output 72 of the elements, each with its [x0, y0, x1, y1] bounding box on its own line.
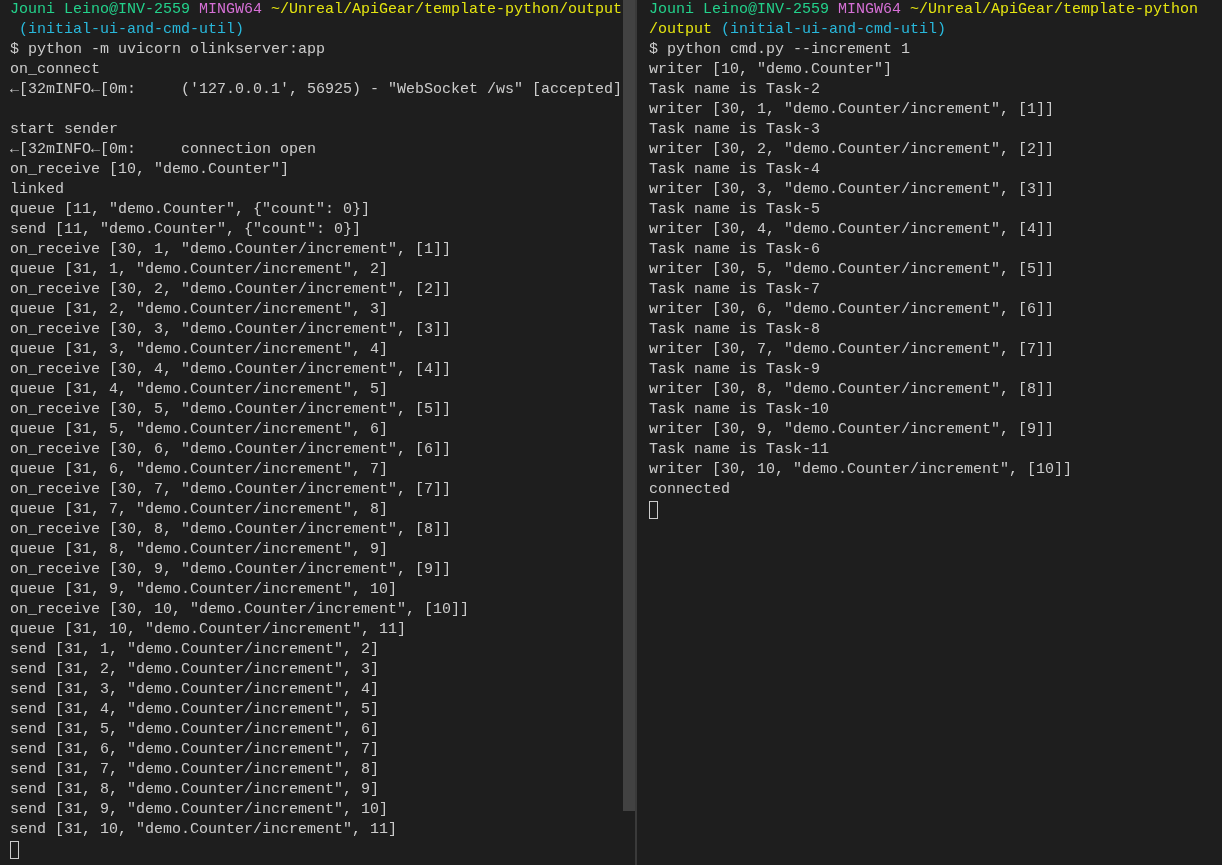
terminal-line: $ python -m uvicorn olinkserver:app	[10, 40, 326, 60]
terminal-line: queue [31, 5, "demo.Counter/increment", 6]	[10, 420, 389, 440]
user-host: Jouni Leino@INV-2559	[10, 0, 191, 20]
terminal-line: writer [30, 2, "demo.Counter/increment", [2]]	[649, 140, 1055, 160]
terminal-line: on_receive [30, 6, "demo.Counter/increment", [6]]	[10, 440, 452, 460]
terminal-line: on_connect	[10, 60, 100, 80]
shell-name: MINGW64	[837, 0, 902, 20]
terminal-line: Task name is Task-4	[649, 160, 821, 180]
terminal-line: Task name is Task-6	[649, 240, 821, 260]
terminal-line: $ python cmd.py --increment 1	[649, 40, 911, 60]
terminal-line: writer [30, 4, "demo.Counter/increment", [4]]	[649, 220, 1055, 240]
git-branch: (initial-ui-and-cmd-util)	[18, 20, 245, 40]
terminal-line: queue [31, 6, "demo.Counter/increment", 7]	[10, 460, 389, 480]
terminal-line: on_receive [30, 1, "demo.Counter/increment", [1]]	[10, 240, 452, 260]
terminal-line: Task name is Task-3	[649, 120, 821, 140]
terminal-line: send [31, 9, "demo.Counter/increment", 10]	[10, 800, 389, 820]
terminal-line: on_receive [30, 2, "demo.Counter/increment", [2]]	[10, 280, 452, 300]
terminal-line: queue [31, 1, "demo.Counter/increment", 2]	[10, 260, 389, 280]
terminal-line: send [31, 7, "demo.Counter/increment", 8]	[10, 760, 380, 780]
terminal-line: send [11, "demo.Counter", {"count": 0}]	[10, 220, 362, 240]
git-branch: (initial-ui-and-cmd-util)	[720, 20, 947, 40]
terminal-line: queue [11, "demo.Counter", {"count": 0}]	[10, 200, 371, 220]
terminal-line: queue [31, 4, "demo.Counter/increment", 5]	[10, 380, 389, 400]
terminal-line: Task name is Task-9	[649, 360, 821, 380]
terminal-line: queue [31, 2, "demo.Counter/increment", 3]	[10, 300, 389, 320]
terminal-line: writer [30, 6, "demo.Counter/increment", [6]]	[649, 300, 1055, 320]
terminal-line: send [31, 8, "demo.Counter/increment", 9]	[10, 780, 380, 800]
scrollbar-thumb[interactable]	[623, 0, 635, 811]
terminal-line: writer [30, 3, "demo.Counter/increment", [3]]	[649, 180, 1055, 200]
terminal-line: writer [30, 10, "demo.Counter/increment", [10]]	[649, 460, 1073, 480]
shell-name: MINGW64	[198, 0, 263, 20]
terminal-line: linked	[10, 180, 64, 200]
terminal-line: writer [30, 9, "demo.Counter/increment", [9]]	[649, 420, 1055, 440]
terminal-line: queue [31, 7, "demo.Counter/increment", 8]	[10, 500, 389, 520]
terminal-line: Task name is Task-2	[649, 80, 821, 100]
terminal-line: writer [30, 1, "demo.Counter/increment", [1]]	[649, 100, 1055, 120]
terminal-line: ←[32mINFO←[0m: ('127.0.0.1', 56925) - "WebSocket /ws" [accepted]	[10, 80, 623, 100]
terminal-line: writer [10, "demo.Counter"]	[649, 60, 893, 80]
working-path: ~/Unreal/ApiGear/template-python/output	[270, 0, 623, 20]
working-path: ~/Unreal/ApiGear/template-python	[909, 0, 1199, 20]
terminal-line: Task name is Task-11	[649, 440, 830, 460]
terminal-line: send [31, 6, "demo.Counter/increment", 7]	[10, 740, 380, 760]
terminal-line: queue [31, 3, "demo.Counter/increment", 4]	[10, 340, 389, 360]
terminal-line: send [31, 5, "demo.Counter/increment", 6]	[10, 720, 380, 740]
terminal-line: ←[32mINFO←[0m: connection open	[10, 140, 317, 160]
terminal-line: queue [31, 8, "demo.Counter/increment", 9]	[10, 540, 389, 560]
terminal-line: on_receive [30, 7, "demo.Counter/increment", [7]]	[10, 480, 452, 500]
terminal-line: on_receive [10, "demo.Counter"]	[10, 160, 290, 180]
terminal-line: send [31, 1, "demo.Counter/increment", 2]	[10, 640, 380, 660]
terminal-line: Task name is Task-7	[649, 280, 821, 300]
terminal-line: send [31, 3, "demo.Counter/increment", 4]	[10, 680, 380, 700]
terminal-line: send [31, 4, "demo.Counter/increment", 5]	[10, 700, 380, 720]
terminal-line: on_receive [30, 4, "demo.Counter/increment", [4]]	[10, 360, 452, 380]
terminal-line: writer [30, 5, "demo.Counter/increment", [5]]	[649, 260, 1055, 280]
terminal-line: on_receive [30, 5, "demo.Counter/increment", [5]]	[10, 400, 452, 420]
terminal-line: queue [31, 9, "demo.Counter/increment", 10]	[10, 580, 398, 600]
terminal-line: connected	[649, 480, 730, 500]
terminal-line: Task name is Task-10	[649, 400, 830, 420]
terminal-line: start sender	[10, 120, 119, 140]
terminal-line: on_receive [30, 3, "demo.Counter/increment", [3]]	[10, 320, 452, 340]
terminal-line: writer [30, 7, "demo.Counter/increment", [7]]	[649, 340, 1055, 360]
terminal-line: on_receive [30, 9, "demo.Counter/increment", [9]]	[10, 560, 452, 580]
user-host: Jouni Leino@INV-2559	[649, 0, 830, 20]
terminal-line: queue [31, 10, "demo.Counter/increment", 11]	[10, 620, 407, 640]
terminal-line: send [31, 2, "demo.Counter/increment", 3]	[10, 660, 380, 680]
terminal-line: Task name is Task-8	[649, 320, 821, 340]
terminal-line: writer [30, 8, "demo.Counter/increment", [8]]	[649, 380, 1055, 400]
working-path: /output	[649, 20, 712, 40]
terminal-line: Task name is Task-5	[649, 200, 821, 220]
terminal-line: on_receive [30, 10, "demo.Counter/increment", [10]]	[10, 600, 470, 620]
terminal-line: on_receive [30, 8, "demo.Counter/increment", [8]]	[10, 520, 452, 540]
terminal-line: send [31, 10, "demo.Counter/increment", 11]	[10, 820, 398, 840]
